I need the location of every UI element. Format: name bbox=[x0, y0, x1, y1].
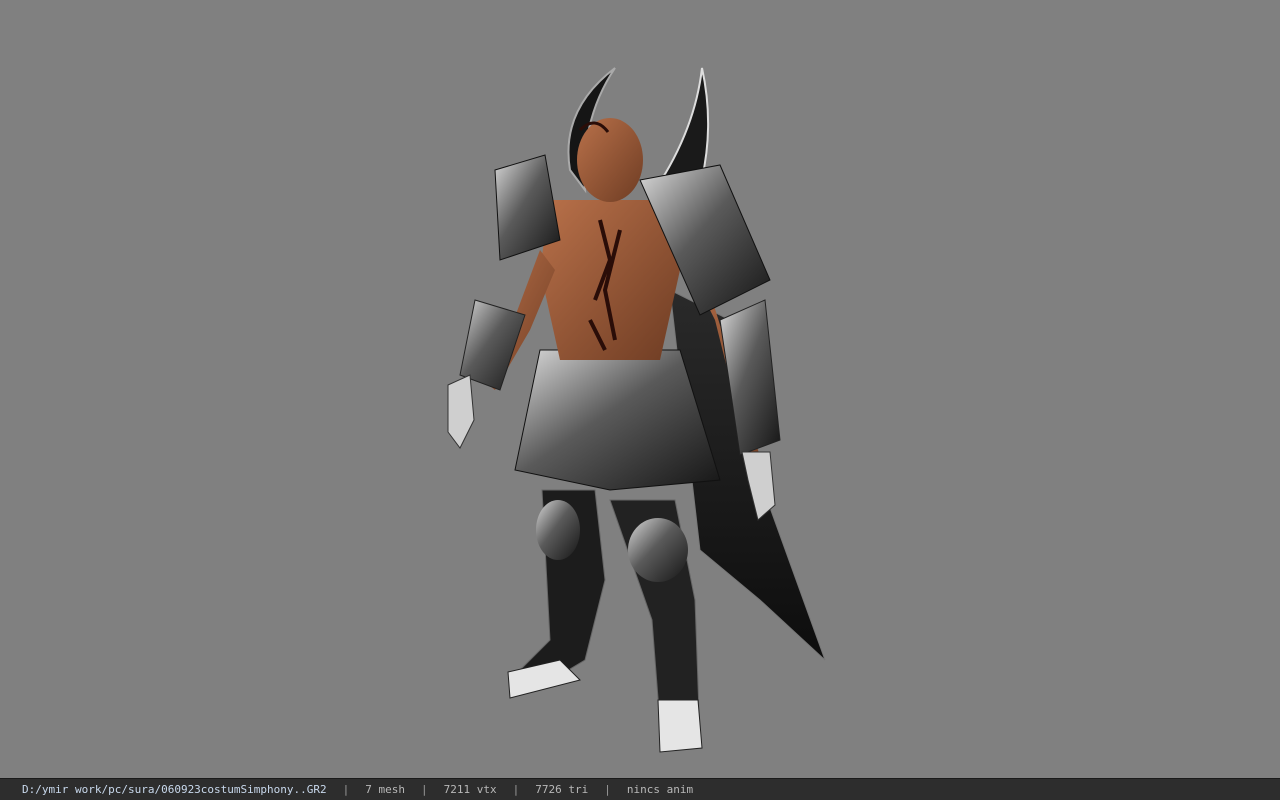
separator: | bbox=[604, 783, 611, 796]
status-bar: D:/ymir work/pc/sura/060923costumSimphon… bbox=[0, 778, 1280, 800]
file-path: D:/ymir work/pc/sura/060923costumSimphon… bbox=[22, 783, 327, 796]
separator: | bbox=[342, 783, 350, 796]
character-model bbox=[447, 67, 826, 753]
mesh-count: 7 mesh bbox=[365, 783, 406, 796]
separator: | bbox=[421, 783, 428, 796]
3d-viewport[interactable] bbox=[0, 0, 1280, 778]
separator: | bbox=[512, 783, 520, 796]
triangle-count: 7726 tri bbox=[535, 783, 589, 796]
animation-status: nincs anim bbox=[626, 783, 694, 796]
vertex-count: 7211 vtx bbox=[443, 783, 497, 796]
